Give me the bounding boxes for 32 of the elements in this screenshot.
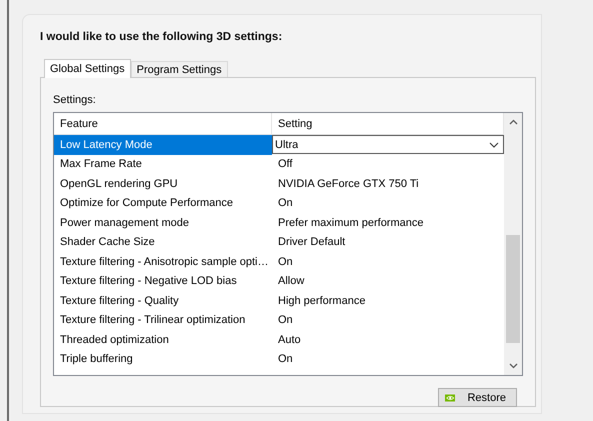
setting-cell[interactable]: Off	[272, 158, 504, 170]
feature-cell[interactable]: Texture filtering - Negative LOD bias	[54, 275, 272, 288]
feature-cell[interactable]: Texture filtering - Quality	[54, 294, 272, 307]
settings-label: Settings:	[53, 94, 96, 106]
setting-cell[interactable]: Allow	[272, 275, 504, 288]
section-heading: I would like to use the following 3D settings:	[40, 31, 284, 43]
feature-cell[interactable]: Shader Cache Size	[54, 236, 272, 248]
feature-cell[interactable]: Power management mode	[54, 216, 272, 229]
feature-cell[interactable]: Optimize for Compute Performance	[54, 197, 272, 210]
setting-cell[interactable]: On	[272, 197, 504, 210]
setting-cell[interactable]: On	[272, 256, 504, 268]
setting-cell[interactable]: High performance	[272, 294, 504, 307]
caret-icon	[489, 142, 499, 148]
restore-button[interactable]: Restore	[438, 388, 517, 407]
feature-cell[interactable]: Triple buffering	[54, 353, 272, 366]
setting-cell[interactable]: Driver Default	[272, 236, 504, 248]
setting-cell[interactable]: On	[272, 353, 504, 366]
eye-logo-icon	[445, 392, 456, 404]
feature-cell[interactable]: Low Latency Mode	[54, 135, 272, 154]
feature-cell[interactable]: Texture filtering - Anisotropic sample opti…	[54, 256, 272, 268]
setting-cell[interactable]: Auto	[272, 334, 504, 346]
setting-dropdown[interactable]: Ultra	[272, 135, 504, 154]
tab[interactable]: Program Settings	[130, 61, 228, 77]
setting-cell[interactable]: Prefer maximum performance	[272, 216, 504, 229]
feature-cell[interactable]: Max Frame Rate	[54, 158, 272, 170]
setting-cell[interactable]: NVIDIA GeForce GTX 750 Ti	[272, 178, 504, 190]
scrollbar[interactable]	[504, 113, 522, 375]
tab[interactable]: Global Settings	[44, 59, 131, 78]
feature-cell[interactable]: Texture filtering - Trilinear optimization	[54, 314, 272, 326]
feature-cell[interactable]: OpenGL rendering GPU	[54, 178, 272, 190]
feature-cell[interactable]: Threaded optimization	[54, 334, 272, 346]
setting-cell[interactable]: On	[272, 314, 504, 326]
